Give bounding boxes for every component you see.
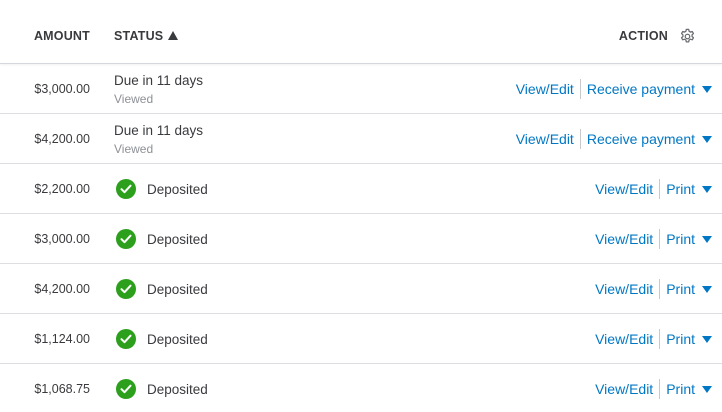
receive-payment-link[interactable]: Receive payment <box>587 131 695 147</box>
status-cell: Deposited <box>116 179 208 199</box>
row-actions: View/Edit Print <box>595 229 712 249</box>
status-header-label: STATUS <box>114 29 164 43</box>
amount-cell: $2,200.00 <box>34 182 90 196</box>
view-edit-link[interactable]: View/Edit <box>595 381 653 397</box>
amount-cell: $4,200.00 <box>34 132 90 146</box>
status-subtext: Viewed <box>114 142 154 156</box>
chevron-down-icon[interactable] <box>702 285 712 293</box>
chevron-down-icon[interactable] <box>702 235 712 243</box>
view-edit-link[interactable]: View/Edit <box>516 81 574 97</box>
chevron-down-icon[interactable] <box>702 85 712 93</box>
status-subtext: Viewed <box>114 92 154 106</box>
table-row: $4,200.00 Due in 11 days Viewed View/Edi… <box>0 114 722 164</box>
status-cell: Due in 11 days Viewed <box>114 72 203 107</box>
action-divider <box>659 329 661 349</box>
row-actions: View/Edit Receive payment <box>516 129 712 149</box>
table-row: $3,000.00 Due in 11 days Viewed View/Edi… <box>0 64 722 114</box>
print-link[interactable]: Print <box>666 231 695 247</box>
action-divider <box>659 229 661 249</box>
check-circle-icon <box>116 379 136 399</box>
action-divider <box>659 279 661 299</box>
check-circle-icon <box>116 329 136 349</box>
amount-cell: $4,200.00 <box>34 282 90 296</box>
view-edit-link[interactable]: View/Edit <box>595 231 653 247</box>
check-circle-icon <box>116 229 136 249</box>
action-divider <box>659 179 661 199</box>
row-actions: View/Edit Receive payment <box>516 79 712 99</box>
row-actions: View/Edit Print <box>595 329 712 349</box>
print-link[interactable]: Print <box>666 281 695 297</box>
table-row: $2,200.00 Deposited View/Edit Print <box>0 164 722 214</box>
table-row: $4,200.00 Deposited View/Edit Print <box>0 264 722 314</box>
view-edit-link[interactable]: View/Edit <box>595 181 653 197</box>
status-text: Deposited <box>147 231 208 247</box>
status-text: Due in 11 days <box>114 123 204 138</box>
amount-cell: $3,000.00 <box>34 232 90 246</box>
status-column-header[interactable]: STATUS <box>114 29 179 43</box>
view-edit-link[interactable]: View/Edit <box>595 331 653 347</box>
amount-cell: $1,124.00 <box>34 332 90 346</box>
status-text: Deposited <box>147 281 208 297</box>
status-text: Deposited <box>147 331 208 347</box>
action-divider <box>579 79 581 99</box>
status-text: Deposited <box>147 381 208 397</box>
view-edit-link[interactable]: View/Edit <box>595 281 653 297</box>
print-link[interactable]: Print <box>666 181 695 197</box>
check-circle-icon <box>116 179 136 199</box>
table-row: $1,124.00 Deposited View/Edit Print <box>0 314 722 364</box>
action-column-header: ACTION <box>618 29 668 43</box>
sort-ascending-icon <box>168 31 179 40</box>
table-header: AMOUNT STATUS ACTION <box>0 0 722 64</box>
receive-payment-link[interactable]: Receive payment <box>587 81 695 97</box>
row-actions: View/Edit Print <box>595 179 712 199</box>
table-row: $1,068.75 Deposited View/Edit Print <box>0 364 722 412</box>
status-cell: Due in 11 days Viewed <box>114 122 203 157</box>
status-cell: Deposited <box>116 229 208 249</box>
row-actions: View/Edit Print <box>595 279 712 299</box>
action-divider <box>659 379 661 399</box>
amount-column-header[interactable]: AMOUNT <box>34 29 90 43</box>
print-link[interactable]: Print <box>666 331 695 347</box>
gear-icon[interactable] <box>679 28 696 45</box>
status-cell: Deposited <box>116 329 208 349</box>
amount-cell: $1,068.75 <box>34 382 90 396</box>
chevron-down-icon[interactable] <box>702 335 712 343</box>
status-cell: Deposited <box>116 279 208 299</box>
chevron-down-icon[interactable] <box>702 185 712 193</box>
view-edit-link[interactable]: View/Edit <box>516 131 574 147</box>
row-actions: View/Edit Print <box>595 379 712 399</box>
chevron-down-icon[interactable] <box>702 135 712 143</box>
check-circle-icon <box>116 279 136 299</box>
table-row: $3,000.00 Deposited View/Edit Print <box>0 214 722 264</box>
print-link[interactable]: Print <box>666 381 695 397</box>
status-text: Due in 11 days <box>114 73 204 88</box>
amount-cell: $3,000.00 <box>34 82 90 96</box>
status-text: Deposited <box>147 181 208 197</box>
action-divider <box>579 129 581 149</box>
status-cell: Deposited <box>116 379 208 399</box>
chevron-down-icon[interactable] <box>702 385 712 393</box>
